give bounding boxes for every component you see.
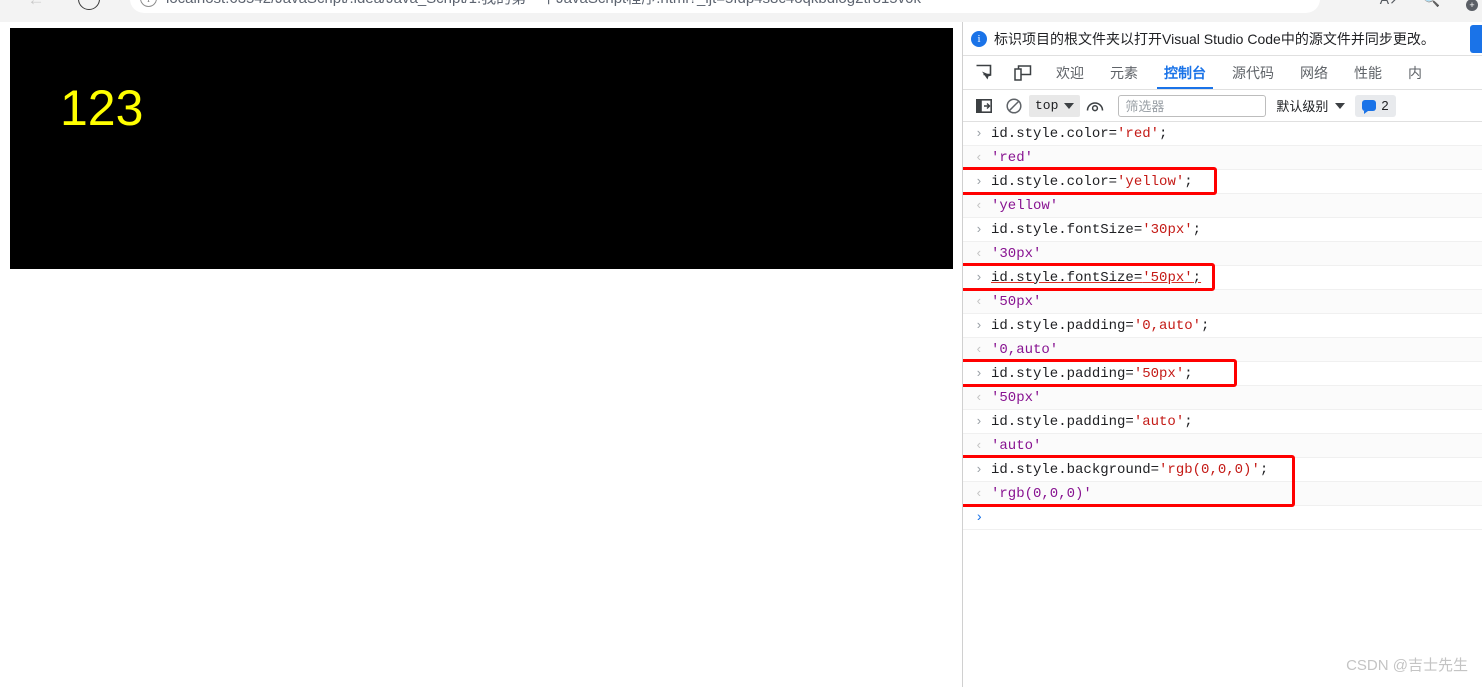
console-line-text: 'rgb(0,0,0)' [991, 485, 1092, 502]
tab-elements[interactable]: 元素 [1097, 56, 1151, 89]
device-toolbar-icon[interactable] [1003, 56, 1043, 89]
console-output-line[interactable]: ‹ 'auto' [963, 434, 1482, 458]
result-arrow-icon: ‹ [975, 486, 983, 501]
result-arrow-icon: ‹ [975, 294, 983, 309]
back-icon[interactable]: ← [26, 0, 46, 10]
prompt-arrow-icon: › [975, 126, 983, 141]
message-count: 2 [1381, 98, 1389, 113]
prompt-arrow-icon: › [975, 366, 983, 381]
console-line-text: 'auto' [991, 437, 1042, 454]
result-arrow-icon: ‹ [975, 150, 983, 165]
tab-performance[interactable]: 性能 [1341, 56, 1395, 89]
console-output-line[interactable]: ‹ 'rgb(0,0,0)' [963, 482, 1482, 506]
message-bubble-icon [1362, 100, 1377, 114]
console-line-text: id.style.padding='auto'; [991, 413, 1193, 430]
console-line-text: id.style.background='rgb(0,0,0)'; [991, 461, 1269, 478]
page-viewport: 123 [0, 22, 963, 687]
result-arrow-icon: ‹ [975, 438, 983, 453]
console-input-line[interactable]: › id.style.padding='0,auto'; [963, 314, 1482, 338]
console-output-line[interactable]: ‹ '50px' [963, 386, 1482, 410]
console-prompt-line[interactable]: › [963, 506, 1482, 530]
devtools-panel: i 标识项目的根文件夹以打开Visual Studio Code中的源文件并同步… [963, 22, 1482, 687]
watermark: CSDN @吉士先生 [1346, 657, 1468, 674]
console-input-line[interactable]: › id.style.padding='auto'; [963, 410, 1482, 434]
devtools-tabbar: 欢迎 元素 控制台 源代码 网络 性能 内 [963, 56, 1482, 90]
console-line-text: 'yellow' [991, 197, 1059, 214]
tab-memory[interactable]: 内 [1395, 56, 1435, 89]
toolbar-actions: A↗ 🔍 ↷+ [1380, 0, 1478, 11]
tab-welcome[interactable]: 欢迎 [1043, 56, 1097, 89]
notification-text: 标识项目的根文件夹以打开Visual Studio Code中的源文件并同步更改… [994, 30, 1435, 47]
chevron-down-icon [1064, 102, 1075, 109]
prompt-arrow-icon: › [975, 222, 983, 237]
log-level-select[interactable]: 默认级别 [1276, 96, 1346, 115]
result-arrow-icon: ‹ [975, 342, 983, 357]
prompt-arrow-icon: › [975, 462, 983, 477]
read-aloud-icon[interactable]: A↗ [1380, 0, 1401, 11]
screenshot-root: ← i localhost:63542/JavaScript/.idea/Jav… [0, 0, 1482, 687]
result-arrow-icon: ‹ [975, 246, 983, 261]
prompt-arrow-icon: › [975, 414, 983, 429]
console-line-text: id.style.fontSize='50px'; [991, 269, 1202, 286]
demo-black-box: 123 [10, 28, 953, 269]
prompt-arrow-icon: › [975, 509, 984, 526]
console-output-line[interactable]: ‹ 'red' [963, 146, 1482, 170]
chevron-down-icon [1335, 102, 1346, 109]
filter-placeholder: 筛选器 [1125, 99, 1165, 114]
execution-context-label: top [1035, 98, 1059, 113]
console-line-text: id.style.padding='0,auto'; [991, 317, 1210, 334]
console-log-list[interactable]: › id.style.color='red'; ‹ 'red' › id.style.co… [963, 122, 1482, 671]
prompt-arrow-icon: › [975, 174, 983, 189]
console-output-line[interactable]: ‹ '0,auto' [963, 338, 1482, 362]
result-arrow-icon: ‹ [975, 198, 983, 213]
console-line-text: id.style.fontSize='30px'; [991, 221, 1202, 238]
tab-sources[interactable]: 源代码 [1219, 56, 1287, 89]
tab-console[interactable]: 控制台 [1151, 56, 1219, 89]
console-input-line[interactable]: › id.style.padding='50px'; [963, 362, 1482, 386]
console-line-text: id.style.padding='50px'; [991, 365, 1193, 382]
collections-add-icon[interactable]: ↷+ [1462, 0, 1478, 11]
url-text: localhost:63542/JavaScript/.idea/Java_Sc… [166, 0, 1306, 10]
log-level-label: 默认级别 [1276, 99, 1329, 114]
search-icon[interactable]: 🔍 [1423, 0, 1440, 11]
console-output-line[interactable]: ‹ '30px' [963, 242, 1482, 266]
result-arrow-icon: ‹ [975, 390, 983, 405]
site-info-icon[interactable]: i [140, 0, 157, 7]
prompt-arrow-icon: › [975, 270, 983, 285]
inspect-element-icon[interactable] [963, 56, 1003, 89]
console-output-line[interactable]: ‹ '50px' [963, 290, 1482, 314]
console-toolbar: top 筛选器 默认级别 2 [963, 90, 1482, 122]
console-input-line[interactable]: › id.style.color='yellow'; [963, 170, 1482, 194]
notification-action-button[interactable] [1470, 25, 1482, 53]
tab-network[interactable]: 网络 [1287, 56, 1341, 89]
console-line-text: '30px' [991, 245, 1042, 262]
console-input-line[interactable]: › id.style.fontSize='50px'; [963, 266, 1482, 290]
filter-input[interactable]: 筛选器 [1118, 94, 1267, 117]
address-bar[interactable]: i localhost:63542/JavaScript/.idea/Java_… [130, 0, 1320, 13]
reload-icon[interactable] [78, 0, 100, 10]
message-count-badge[interactable]: 2 [1355, 94, 1396, 117]
live-expression-icon[interactable] [1080, 93, 1110, 119]
console-input-line[interactable]: › id.style.color='red'; [963, 122, 1482, 146]
browser-toolbar: ← i localhost:63542/JavaScript/.idea/Jav… [0, 0, 1482, 22]
clear-console-icon[interactable] [999, 93, 1029, 119]
demo-text: 123 [60, 80, 144, 136]
console-input-line[interactable]: › id.style.fontSize='30px'; [963, 218, 1482, 242]
devtools-notification-bar: i 标识项目的根文件夹以打开Visual Studio Code中的源文件并同步… [963, 22, 1482, 56]
console-line-text: '50px' [991, 293, 1042, 310]
console-line-text: '0,auto' [991, 341, 1059, 358]
console-line-text: '50px' [991, 389, 1042, 406]
console-input-line[interactable]: › id.style.background='rgb(0,0,0)'; [963, 458, 1482, 482]
console-line-text: id.style.color='red'; [991, 125, 1168, 142]
console-line-text: 'red' [991, 149, 1034, 166]
console-line-text: id.style.color='yellow'; [991, 173, 1193, 190]
sidebar-toggle-icon[interactable] [969, 93, 999, 119]
info-icon: i [971, 30, 987, 47]
prompt-arrow-icon: › [975, 318, 983, 333]
execution-context-select[interactable]: top [1029, 94, 1081, 117]
console-output-line[interactable]: ‹ 'yellow' [963, 194, 1482, 218]
